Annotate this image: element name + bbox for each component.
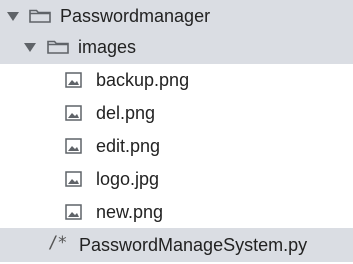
tree-file-python-script[interactable]: /* PasswordManageSystem.py bbox=[0, 228, 353, 262]
tree-file-label: logo.jpg bbox=[96, 169, 160, 189]
chevron-down-icon[interactable] bbox=[7, 12, 19, 21]
image-file-icon bbox=[65, 72, 82, 88]
folder-icon bbox=[29, 9, 51, 23]
tree-file-label: new.png bbox=[96, 202, 164, 222]
tree-folder-label: images bbox=[78, 37, 137, 57]
tree-file-label: backup.png bbox=[96, 70, 190, 90]
tree-root-label: Passwordmanager bbox=[60, 6, 211, 26]
file-tree: Passwordmanager images backup.png del.pn… bbox=[0, 0, 353, 264]
image-file-icon bbox=[65, 105, 82, 121]
chevron-down-icon[interactable] bbox=[24, 43, 36, 52]
tree-file-item[interactable]: edit.png bbox=[0, 129, 353, 162]
image-file-icon bbox=[65, 138, 82, 154]
image-file-icon bbox=[65, 171, 82, 187]
image-file-icon bbox=[65, 204, 82, 220]
tree-folder-images[interactable]: images bbox=[0, 31, 353, 64]
tree-file-label: PasswordManageSystem.py bbox=[79, 235, 308, 255]
tree-file-label: del.png bbox=[96, 103, 156, 123]
tree-file-item[interactable]: del.png bbox=[0, 96, 353, 129]
folder-icon bbox=[47, 40, 69, 54]
tree-root-passwordmanager[interactable]: Passwordmanager bbox=[0, 0, 353, 33]
tree-file-item[interactable]: backup.png bbox=[0, 63, 353, 96]
tree-file-item[interactable]: logo.jpg bbox=[0, 162, 353, 195]
tree-file-label: edit.png bbox=[96, 136, 161, 156]
code-file-icon: /* bbox=[48, 233, 68, 253]
tree-file-item[interactable]: new.png bbox=[0, 195, 353, 228]
